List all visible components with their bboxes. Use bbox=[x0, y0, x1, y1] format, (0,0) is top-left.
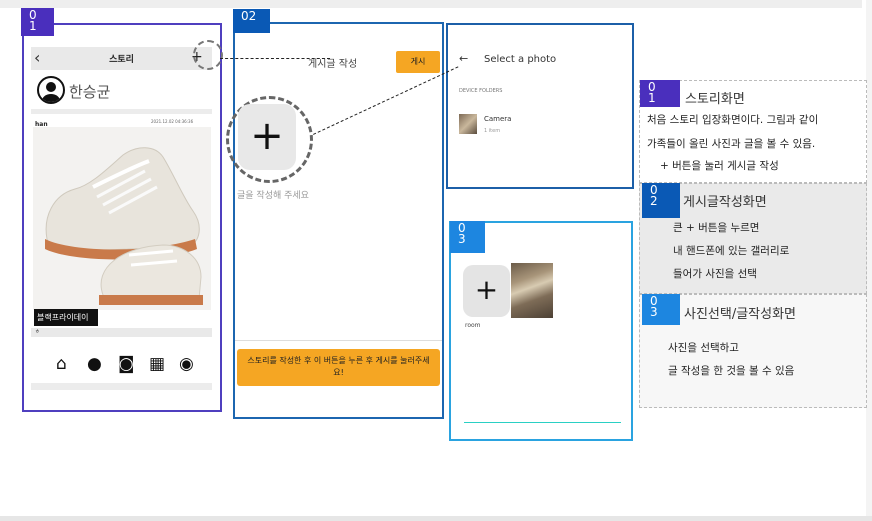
bottom-nav: ⌂ ● ◙ ▦ ◉ bbox=[31, 349, 212, 383]
write-hint: 글을 작성해 주세요 bbox=[237, 191, 309, 201]
connector-line bbox=[220, 58, 330, 59]
sneaker-image bbox=[33, 127, 211, 310]
note-02-title: 게시글작성화면 bbox=[683, 195, 767, 210]
camera-folder-thumbnail[interactable] bbox=[459, 114, 477, 134]
calendar-icon[interactable]: ▦ bbox=[149, 354, 165, 374]
camera-folder-name[interactable]: Camera bbox=[484, 115, 511, 123]
add-photo-button[interactable]: + bbox=[463, 265, 510, 317]
note-03-number: 0 3 bbox=[642, 294, 680, 325]
selected-photo-thumbnail[interactable] bbox=[511, 263, 553, 318]
note-02-number: 0 2 bbox=[642, 183, 680, 218]
bottom-divider bbox=[31, 383, 212, 390]
home-icon[interactable]: ⌂ bbox=[56, 354, 67, 374]
text-input-underline[interactable] bbox=[464, 422, 621, 423]
divider bbox=[31, 109, 212, 114]
frame-01-number: 0 1 bbox=[21, 8, 54, 36]
note-03-title: 사진선택/글작성화면 bbox=[684, 307, 797, 322]
profile-icon[interactable]: ◉ bbox=[179, 354, 194, 374]
back-arrow-icon[interactable]: ← bbox=[459, 52, 468, 65]
comment-bar[interactable]: ㅎ bbox=[31, 328, 212, 337]
bottom-band bbox=[0, 516, 872, 521]
photo-text: room bbox=[465, 322, 481, 329]
instagram-icon[interactable]: ◙ bbox=[118, 354, 135, 374]
note-03-line: 글 작성을 한 것을 볼 수 있음 bbox=[668, 365, 795, 377]
user-name: 한승균 bbox=[69, 83, 111, 101]
note-02-line: 들어가 사진을 선택 bbox=[673, 268, 757, 280]
post-date: 2021.12.02 04:36:36 bbox=[151, 119, 194, 124]
frame-03-border bbox=[449, 221, 633, 441]
camera-folder-count: 1 item bbox=[484, 128, 501, 134]
divider bbox=[235, 340, 442, 341]
device-folders-label: DEVICE FOLDERS bbox=[459, 88, 503, 94]
plus-icon: + bbox=[474, 273, 499, 306]
add-photo-button[interactable]: + bbox=[238, 104, 296, 170]
guide-button[interactable]: 스토리를 작성한 후 이 버튼을 누른 후 게시를 눌러주세요! bbox=[237, 349, 440, 386]
plus-icon: + bbox=[250, 113, 284, 159]
publish-button[interactable]: 게시 bbox=[396, 51, 440, 73]
user-avatar-icon bbox=[37, 76, 65, 104]
note-01-title: 스토리화면 bbox=[685, 92, 745, 107]
note-01-line: 가족들이 올린 사진과 글을 볼 수 있음. bbox=[647, 138, 816, 150]
note-03-line: 사진을 선택하고 bbox=[668, 342, 739, 354]
note-02-line: 큰 + 버튼을 누르면 bbox=[673, 222, 760, 234]
post-caption: 블랙프라이데이 bbox=[34, 309, 98, 326]
story-screen: ‹ 스토리 + 한승균 han 2021.12.02 04:36:36 블랙프라… bbox=[31, 47, 212, 390]
top-band bbox=[0, 0, 862, 8]
note-01-line: 처음 스토리 입장화면이다. 그림과 같이 bbox=[647, 114, 819, 126]
photo-picker-title: Select a photo bbox=[484, 54, 557, 65]
story-title: 스토리 bbox=[109, 55, 134, 65]
highlight-circle-small bbox=[193, 40, 223, 70]
frame-03-number: 0 3 bbox=[450, 221, 485, 253]
note-02-line: 내 핸드폰에 있는 갤러리로 bbox=[673, 245, 790, 257]
photo-picker-border bbox=[446, 23, 634, 189]
story-header: ‹ 스토리 + bbox=[31, 47, 212, 70]
post-photo[interactable] bbox=[33, 127, 211, 310]
chat-icon[interactable]: ● bbox=[87, 354, 102, 374]
note-01-line: + 버튼을 눌러 게시글 작성 bbox=[660, 160, 779, 172]
note-01-number: 0 1 bbox=[640, 80, 680, 107]
storyboard-page: 0 1 ‹ 스토리 + 한승균 han 2021.12.02 04:36:36 … bbox=[0, 0, 872, 521]
frame-02-number: 02 bbox=[233, 9, 270, 33]
